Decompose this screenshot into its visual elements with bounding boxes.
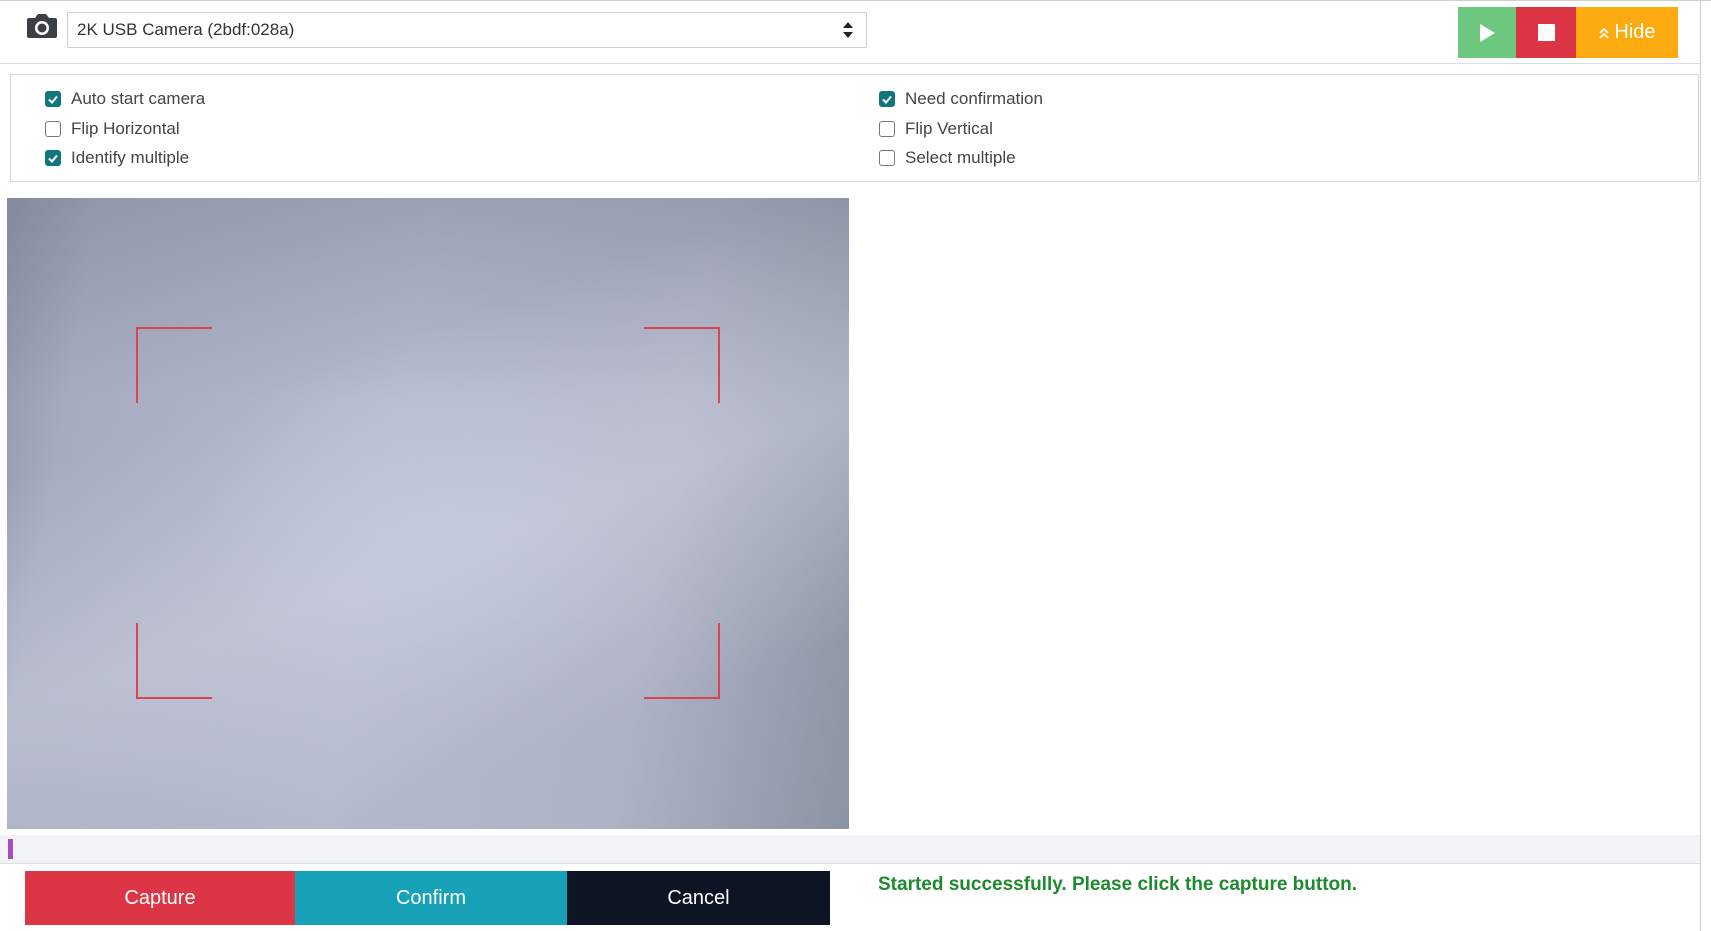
camera-device-select[interactable]: 2K USB Camera (2bdf:028a) bbox=[67, 12, 867, 48]
options-panel: Auto start camera Flip Horizontal Identi… bbox=[10, 74, 1699, 182]
progress-bar bbox=[0, 835, 1700, 864]
checkmark-icon bbox=[48, 154, 58, 163]
select-multiple-checkbox[interactable] bbox=[879, 150, 895, 166]
camera-controls: Hide bbox=[1458, 7, 1678, 58]
start-camera-button[interactable] bbox=[1458, 7, 1516, 58]
hide-label: Hide bbox=[1614, 21, 1656, 43]
flip-vertical-option[interactable]: Flip Vertical bbox=[879, 119, 993, 139]
flip-horizontal-label: Flip Horizontal bbox=[71, 119, 180, 138]
hide-button[interactable]: Hide bbox=[1576, 7, 1678, 58]
cancel-button[interactable]: Cancel bbox=[567, 871, 830, 925]
cancel-label: Cancel bbox=[667, 886, 730, 909]
camera-device-value: 2K USB Camera (2bdf:028a) bbox=[77, 20, 295, 39]
checkmark-icon bbox=[882, 95, 892, 104]
select-multiple-option[interactable]: Select multiple bbox=[879, 148, 1016, 168]
auto-start-camera-option[interactable]: Auto start camera bbox=[45, 89, 205, 109]
top-border bbox=[0, 0, 1711, 1]
confirm-button[interactable]: Confirm bbox=[295, 871, 567, 925]
flip-vertical-label: Flip Vertical bbox=[905, 119, 993, 138]
capture-button[interactable]: Capture bbox=[25, 871, 295, 925]
progress-bar-fill bbox=[8, 839, 13, 859]
identify-multiple-label: Identify multiple bbox=[71, 148, 190, 167]
stop-icon bbox=[1537, 24, 1555, 41]
identify-multiple-option[interactable]: Identify multiple bbox=[45, 148, 189, 168]
play-icon bbox=[1480, 23, 1495, 42]
select-multiple-label: Select multiple bbox=[905, 148, 1016, 167]
need-confirmation-checkbox[interactable] bbox=[879, 91, 895, 107]
status-message: Started successfully. Please click the c… bbox=[878, 874, 1358, 895]
scan-frame-corner-bottom-right bbox=[644, 623, 720, 699]
scan-frame-corner-top-left bbox=[136, 327, 212, 403]
confirm-label: Confirm bbox=[395, 886, 466, 909]
stop-camera-button[interactable] bbox=[1516, 7, 1576, 58]
header-divider bbox=[0, 63, 1700, 64]
camera-icon bbox=[27, 14, 57, 38]
flip-horizontal-checkbox[interactable] bbox=[45, 121, 61, 137]
flip-horizontal-option[interactable]: Flip Horizontal bbox=[45, 119, 180, 139]
identify-multiple-checkbox[interactable] bbox=[45, 150, 61, 166]
auto-start-camera-label: Auto start camera bbox=[71, 89, 206, 108]
camera-preview[interactable] bbox=[7, 198, 849, 829]
need-confirmation-label: Need confirmation bbox=[905, 89, 1043, 108]
scan-frame-corner-top-right bbox=[644, 327, 720, 403]
checkmark-icon bbox=[48, 95, 58, 104]
need-confirmation-option[interactable]: Need confirmation bbox=[879, 89, 1043, 109]
capture-label: Capture bbox=[124, 886, 196, 909]
sort-caret-icon bbox=[843, 22, 853, 38]
double-chevron-up-icon bbox=[1599, 27, 1610, 39]
auto-start-camera-checkbox[interactable] bbox=[45, 91, 61, 107]
right-border bbox=[1700, 0, 1701, 931]
flip-vertical-checkbox[interactable] bbox=[879, 121, 895, 137]
scan-frame-corner-bottom-left bbox=[136, 623, 212, 699]
